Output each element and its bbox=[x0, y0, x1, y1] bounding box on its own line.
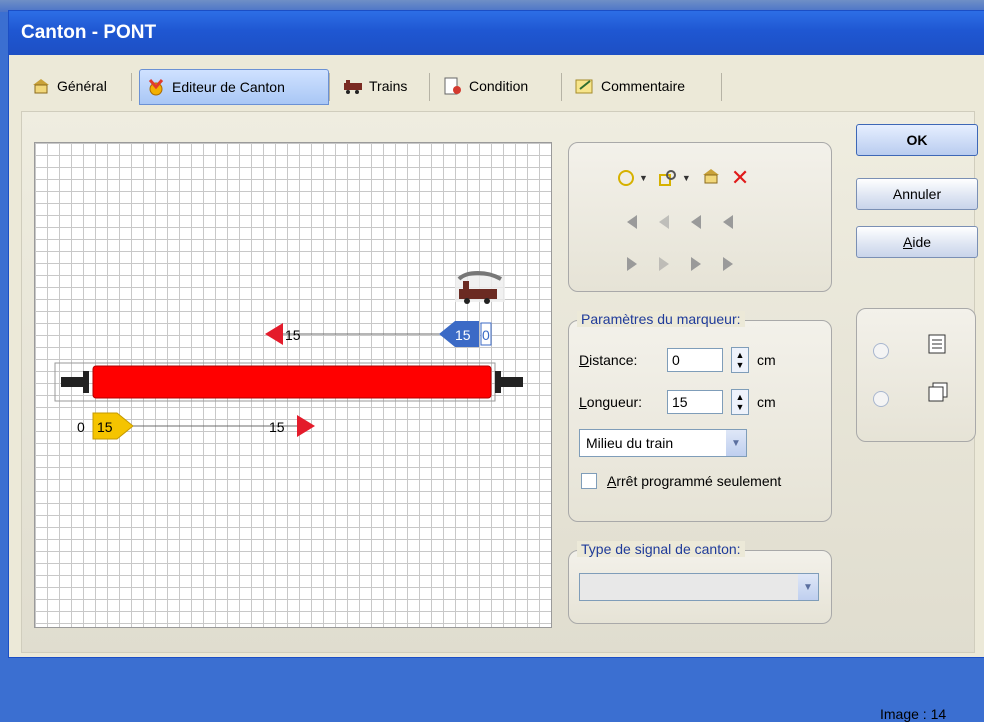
upper-marker-right-value: 15 bbox=[455, 327, 471, 343]
distance-label: Distance: bbox=[579, 352, 638, 368]
lower-marker-end-value: 15 bbox=[269, 419, 285, 435]
tab-condition-label: Condition bbox=[469, 78, 529, 94]
image-count-label: Image : 14 bbox=[880, 706, 947, 722]
dialog-window: Canton - PONT Général Editeur de Canton … bbox=[8, 10, 984, 722]
position-select[interactable]: Milieu du train ▼ bbox=[579, 429, 747, 457]
cancel-button[interactable]: Annuler bbox=[856, 178, 978, 210]
arrow-right-icon[interactable] bbox=[723, 257, 733, 271]
tab-content: 15 15 0 0 15 15 ▼ ▼ ✕ Paramètres du marq… bbox=[21, 111, 978, 722]
list-view-icon[interactable] bbox=[927, 333, 947, 358]
canton-drawing: 15 15 0 0 15 15 bbox=[54, 271, 523, 440]
stop-only-row: Arrêt programmé seulement bbox=[581, 473, 781, 489]
marker-params-panel: Paramètres du marqueur: Distance: 0 ▲ ▼ c… bbox=[568, 311, 832, 522]
right-arrows-row bbox=[627, 257, 733, 271]
tab-divider bbox=[131, 73, 132, 101]
chevron-down-icon[interactable]: ▼ bbox=[726, 430, 746, 456]
arrow-right-icon[interactable] bbox=[627, 257, 637, 271]
left-arrows-row bbox=[627, 215, 733, 229]
arrow-left-icon[interactable] bbox=[723, 215, 733, 229]
arrow-left-icon[interactable] bbox=[627, 215, 637, 229]
signal-type-legend: Type de signal de canton: bbox=[577, 541, 745, 557]
tab-editeur-canton-label: Editeur de Canton bbox=[172, 79, 285, 95]
circle-tool-icon[interactable]: ▼ bbox=[617, 169, 648, 187]
chevron-down-icon[interactable]: ▼ bbox=[639, 173, 648, 183]
upper-marker-left-value: 15 bbox=[285, 327, 301, 343]
signal-type-select[interactable]: ▼ bbox=[579, 573, 819, 601]
lower-marker-box-value: 15 bbox=[97, 419, 113, 435]
chevron-down-icon[interactable]: ▼ bbox=[798, 574, 818, 600]
chevron-down-icon[interactable]: ▼ bbox=[682, 173, 691, 183]
length-row: Longueur: 15 ▲ ▼ cm bbox=[579, 389, 776, 415]
upper-marker-start-arrow[interactable] bbox=[265, 323, 283, 345]
pages-view-icon[interactable] bbox=[927, 381, 949, 406]
lower-marker-start-value: 0 bbox=[77, 419, 85, 435]
trains-icon bbox=[343, 77, 363, 95]
length-input[interactable]: 15 bbox=[667, 390, 723, 414]
distance-spinner[interactable]: ▲ ▼ bbox=[731, 347, 749, 373]
tab-divider bbox=[329, 73, 330, 101]
arrow-right-icon[interactable] bbox=[659, 257, 669, 271]
tab-trains-label: Trains bbox=[369, 78, 408, 94]
tab-commentaire[interactable]: Commentaire bbox=[569, 69, 691, 103]
arrow-right-icon[interactable] bbox=[691, 257, 701, 271]
stop-only-label: Arrêt programmé seulement bbox=[607, 473, 782, 489]
canton-editor-grid[interactable]: 15 15 0 0 15 15 bbox=[34, 142, 552, 628]
length-label: Longueur: bbox=[579, 394, 643, 410]
tab-condition[interactable]: Condition bbox=[437, 69, 534, 103]
left-buffer-icon bbox=[61, 371, 89, 393]
link-tool-icon[interactable]: ▼ bbox=[658, 169, 691, 187]
window-title: Canton - PONT bbox=[9, 11, 984, 55]
condition-icon bbox=[443, 77, 463, 95]
tab-divider bbox=[429, 73, 430, 101]
tab-divider bbox=[561, 73, 562, 101]
tab-trains[interactable]: Trains bbox=[337, 69, 413, 103]
right-buffer-icon bbox=[495, 371, 523, 393]
length-spinner[interactable]: ▲ ▼ bbox=[731, 389, 749, 415]
tab-divider bbox=[721, 73, 722, 101]
editor-icon bbox=[146, 78, 166, 96]
track-block[interactable] bbox=[92, 365, 492, 399]
marker-params-legend: Paramètres du marqueur: bbox=[577, 311, 745, 327]
distance-input[interactable]: 0 bbox=[667, 348, 723, 372]
ok-button[interactable]: OK bbox=[856, 124, 978, 156]
delete-icon[interactable]: ✕ bbox=[731, 166, 749, 188]
properties-icon[interactable] bbox=[701, 167, 721, 188]
lower-marker-end-arrow[interactable] bbox=[297, 415, 315, 437]
locomotive-icon[interactable] bbox=[455, 271, 505, 304]
general-icon bbox=[31, 77, 51, 95]
distance-unit: cm bbox=[757, 352, 776, 368]
view-mode-panel bbox=[856, 308, 976, 442]
view-mode-radio-1[interactable] bbox=[873, 343, 889, 359]
arrow-left-icon[interactable] bbox=[691, 215, 701, 229]
tab-general[interactable]: Général bbox=[25, 69, 113, 103]
tab-commentaire-label: Commentaire bbox=[601, 78, 686, 94]
stop-only-checkbox[interactable] bbox=[581, 473, 597, 489]
tab-general-label: Général bbox=[57, 78, 107, 94]
toolbar-row: ▼ ▼ ✕ bbox=[617, 166, 749, 188]
help-button[interactable]: Aide bbox=[856, 226, 978, 258]
upper-marker-end-value: 0 bbox=[482, 327, 490, 343]
tab-editeur-canton[interactable]: Editeur de Canton bbox=[139, 69, 329, 105]
position-select-value: Milieu du train bbox=[586, 435, 674, 451]
distance-row: Distance: 0 ▲ ▼ cm bbox=[579, 347, 776, 373]
arrow-left-icon[interactable] bbox=[659, 215, 669, 229]
view-mode-radio-2[interactable] bbox=[873, 391, 889, 407]
toolbar-panel: ▼ ▼ ✕ bbox=[568, 142, 832, 292]
signal-type-panel: Type de signal de canton: ▼ bbox=[568, 541, 832, 624]
tab-bar: Général Editeur de Canton Trains Conditi… bbox=[9, 55, 984, 111]
comment-icon bbox=[575, 77, 595, 95]
length-unit: cm bbox=[757, 394, 776, 410]
